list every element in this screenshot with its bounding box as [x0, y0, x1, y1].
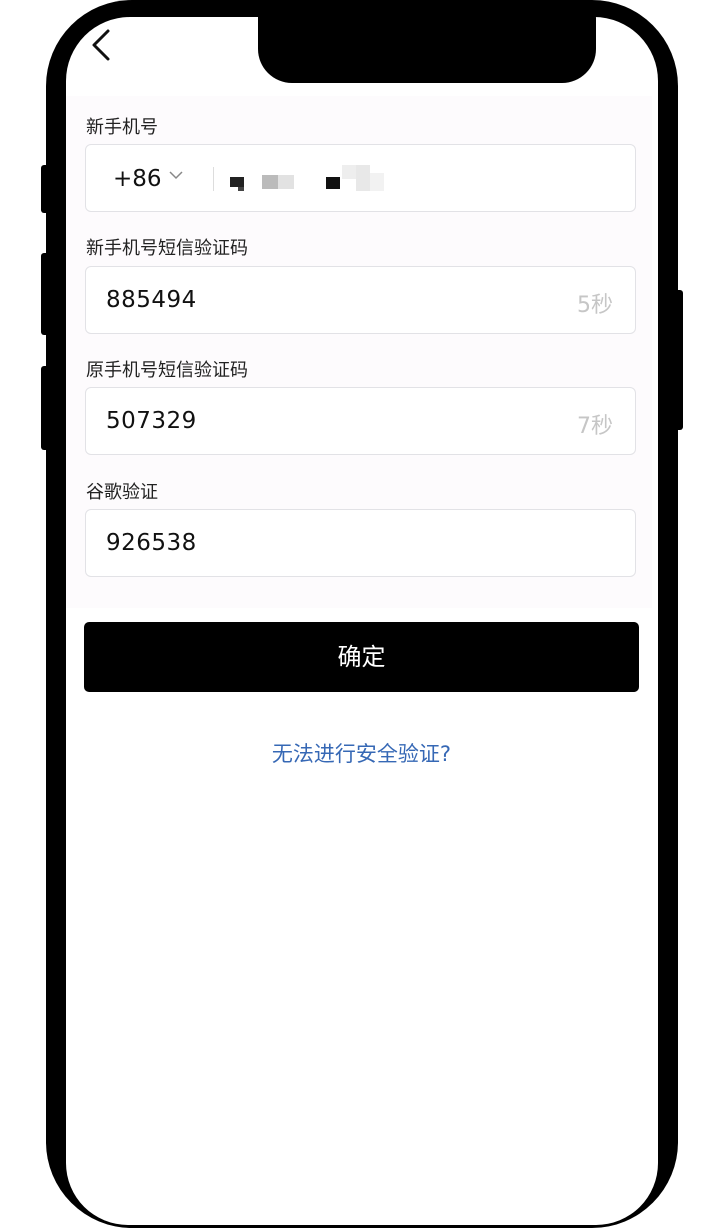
google-auth-label: 谷歌验证 — [86, 482, 158, 503]
volume-down-button — [41, 366, 49, 450]
confirm-button[interactable]: 确定 — [84, 622, 639, 692]
new-sms-code-field[interactable]: 885494 5秒 — [85, 266, 636, 334]
redacted-pixel — [326, 177, 340, 189]
redacted-pixel — [278, 175, 294, 189]
new-sms-code-value: 885494 — [106, 287, 197, 313]
new-sms-label: 新手机号短信验证码 — [86, 238, 248, 259]
chevron-left-icon[interactable] — [88, 28, 118, 62]
power-button — [675, 290, 683, 430]
old-sms-code-field[interactable]: 507329 7秒 — [85, 387, 636, 455]
country-code-selector[interactable]: +86 — [113, 166, 162, 192]
volume-up-button — [41, 253, 49, 335]
phone-number-input[interactable] — [226, 157, 626, 201]
new-sms-countdown: 5秒 — [577, 293, 613, 318]
mute-switch — [41, 165, 49, 213]
redacted-pixel — [356, 165, 370, 191]
redacted-pixel — [342, 165, 356, 179]
new-phone-label: 新手机号 — [86, 117, 158, 138]
new-phone-field[interactable]: +86 — [85, 144, 636, 212]
redacted-pixel — [370, 173, 384, 191]
old-sms-countdown: 7秒 — [577, 414, 613, 439]
divider — [213, 167, 214, 191]
old-sms-code-value: 507329 — [106, 408, 197, 434]
old-sms-label: 原手机号短信验证码 — [86, 360, 248, 381]
google-auth-field[interactable]: 926538 — [85, 509, 636, 577]
notch — [258, 17, 596, 83]
redacted-pixel — [238, 187, 244, 191]
google-auth-value: 926538 — [106, 530, 197, 556]
redacted-pixel — [262, 175, 278, 189]
cannot-verify-link[interactable]: 无法进行安全验证? — [0, 738, 723, 768]
chevron-down-icon[interactable] — [168, 167, 184, 183]
redacted-pixel — [230, 177, 244, 187]
